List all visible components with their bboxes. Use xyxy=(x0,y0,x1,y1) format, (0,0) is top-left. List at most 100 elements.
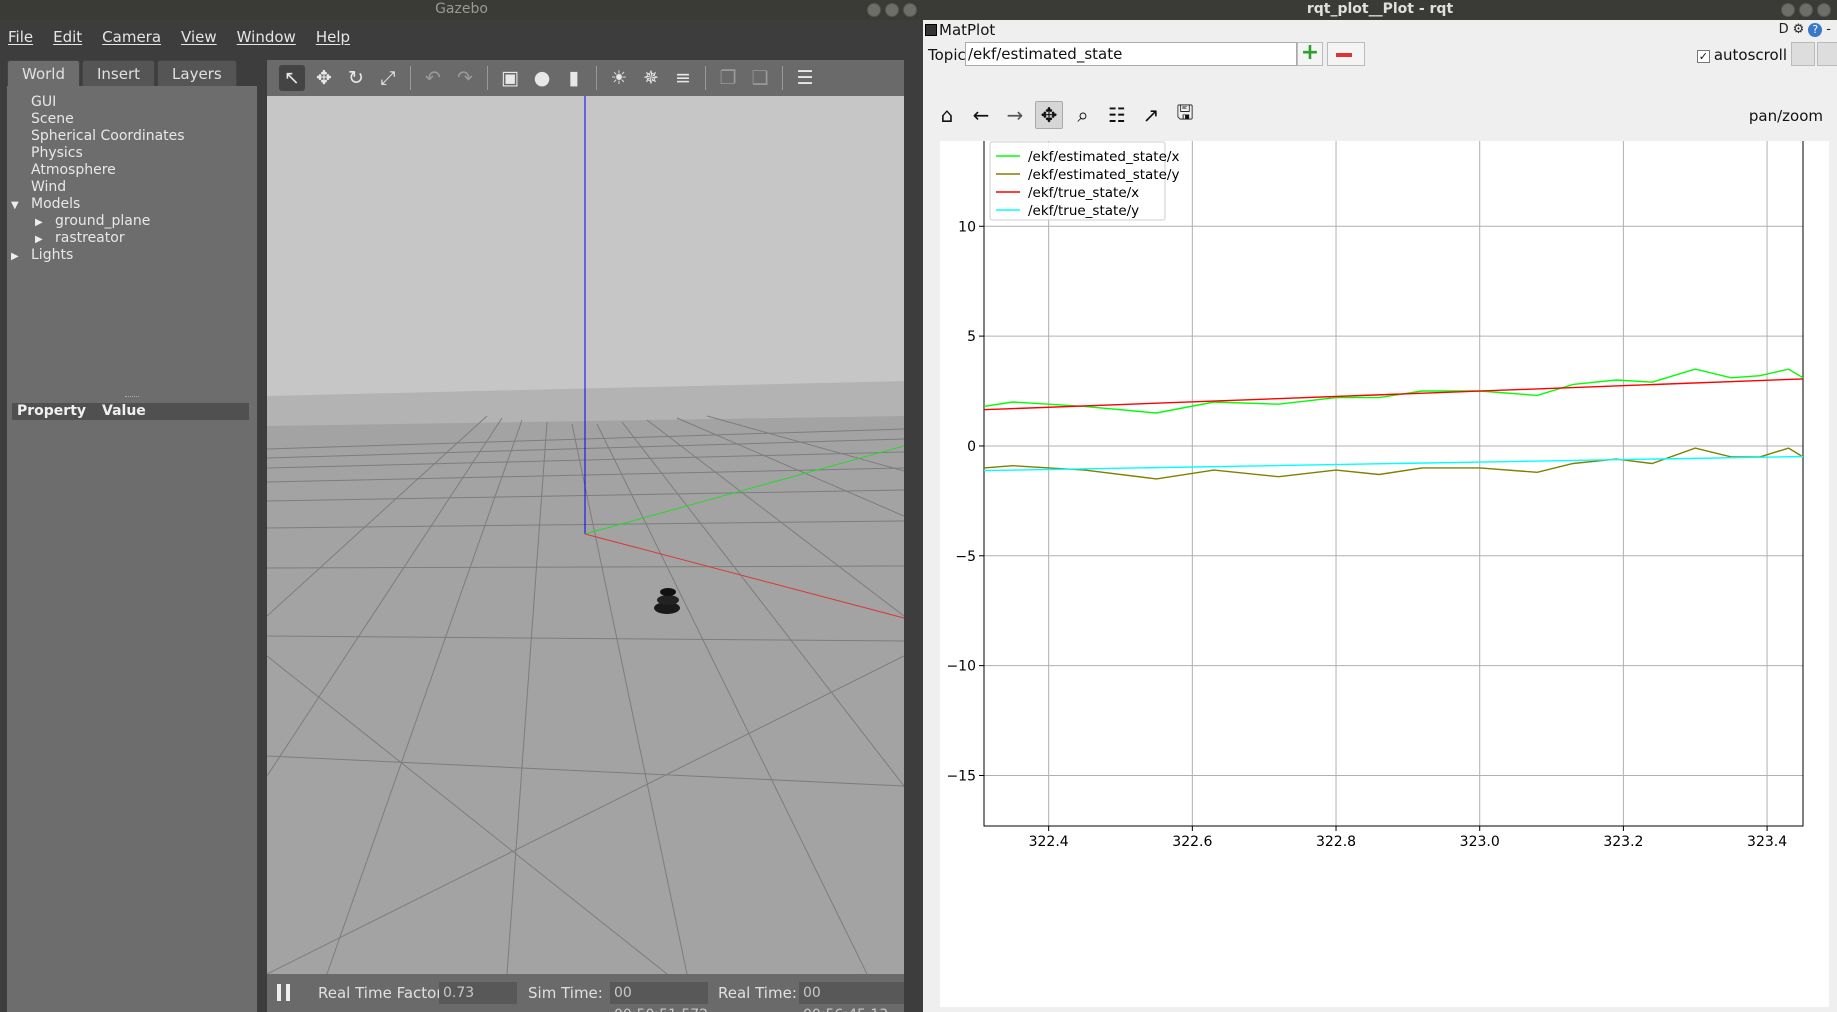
back-arrow-icon[interactable]: ← xyxy=(967,101,995,129)
paste-icon[interactable]: ❑ xyxy=(747,65,773,91)
spot-light-icon[interactable]: ✵ xyxy=(638,65,664,91)
subplots-config-icon[interactable]: ☷ xyxy=(1103,101,1131,129)
topic-label: Topic xyxy=(928,46,966,64)
value-column-header: Value xyxy=(102,403,146,419)
dock-minimize-icon[interactable]: - xyxy=(1826,20,1831,40)
tree-item[interactable]: Spherical Coordinates xyxy=(7,128,257,145)
pause-icon[interactable] xyxy=(277,984,290,1001)
gazebo-menubar: File Edit Camera View Window Help xyxy=(0,20,923,54)
cylinder-shape-icon[interactable]: ▮ xyxy=(561,65,587,91)
autoscroll-checkbox[interactable]: ✓ autoscroll xyxy=(1696,46,1787,64)
tree-item-label: rastreator xyxy=(55,230,125,246)
expand-right-icon[interactable]: ▶ xyxy=(11,248,23,265)
toolbar-separator xyxy=(487,66,488,90)
directional-light-icon[interactable]: ≡ xyxy=(670,65,696,91)
tree-item[interactable]: GUI xyxy=(7,94,257,111)
add-topic-button[interactable]: + xyxy=(1297,42,1323,66)
home-icon[interactable]: ⌂ xyxy=(933,101,961,129)
expand-down-icon[interactable]: ▼ xyxy=(11,197,23,214)
series-line-0 xyxy=(983,368,1804,414)
check-icon: ✓ xyxy=(1696,50,1710,63)
toolbar-separator xyxy=(782,66,783,90)
box-shape-icon[interactable]: ▣ xyxy=(497,65,523,91)
undo-icon[interactable]: ↶ xyxy=(420,65,446,91)
minimize-button[interactable] xyxy=(867,3,881,17)
tree-item[interactable]: Scene xyxy=(7,111,257,128)
scale-icon[interactable]: ⤢ xyxy=(375,65,401,91)
gazebo-tabbar: World Insert Layers xyxy=(7,60,257,86)
minimize-button[interactable] xyxy=(1781,3,1795,17)
rtf-label: Real Time Factor: xyxy=(318,984,448,1002)
zoom-icon[interactable]: ⌕ xyxy=(1069,101,1097,129)
copy-icon[interactable]: ❐ xyxy=(715,65,741,91)
gazebo-left-panel: World Insert Layers GUI Scene Spherical Co… xyxy=(7,60,257,1012)
y-tick-label: 0 xyxy=(967,439,976,455)
minus-icon xyxy=(1336,53,1352,57)
tree-item[interactable]: ▶ ground_plane xyxy=(7,213,257,230)
series-line-2 xyxy=(983,378,1804,411)
tree-item-label: Models xyxy=(31,196,81,212)
tree-item-label: Spherical Coordinates xyxy=(31,128,185,144)
edit-axes-icon[interactable]: ↗ xyxy=(1137,101,1165,129)
tree-item[interactable]: Wind xyxy=(7,179,257,196)
topic-input[interactable]: /ekf/estimated_state xyxy=(965,42,1297,66)
align-icon[interactable]: ☰ xyxy=(792,65,818,91)
redo-icon[interactable]: ↷ xyxy=(452,65,478,91)
help-icon[interactable]: ? xyxy=(1808,23,1823,37)
gazebo-3d-viewport[interactable] xyxy=(267,96,904,974)
topic-bar: Topic /ekf/estimated_state + ✓ autoscroll xyxy=(923,40,1837,68)
maximize-button[interactable] xyxy=(1799,3,1813,17)
y-tick-label: −15 xyxy=(946,768,976,784)
maximize-button[interactable] xyxy=(885,3,899,17)
menu-help[interactable]: Help xyxy=(316,28,350,46)
menu-view[interactable]: View xyxy=(181,28,217,46)
tree-item[interactable]: ▼ Models xyxy=(7,196,257,213)
toolbar-separator xyxy=(410,66,411,90)
x-tick-label: 322.6 xyxy=(1172,834,1212,850)
splitter-handle[interactable] xyxy=(125,396,139,399)
plot-canvas[interactable]: 322.4 322.6 322.8 323.0 323.2 323.4 10 5 0 −5 −10 −… xyxy=(940,133,1829,1007)
tree-item[interactable]: ▶ rastreator xyxy=(7,230,257,247)
close-button[interactable] xyxy=(903,3,917,17)
sim-time-value: 00 00:50:51.572 xyxy=(610,982,708,1012)
translate-icon[interactable]: ✥ xyxy=(311,65,337,91)
legend-label: /ekf/estimated_state/y xyxy=(1028,167,1179,183)
x-tick-label: 322.4 xyxy=(1029,834,1069,850)
tree-item[interactable]: Physics xyxy=(7,145,257,162)
rotate-icon[interactable]: ↻ xyxy=(343,65,369,91)
rqt-titlebar: rqt_plot__Plot - rqt xyxy=(923,0,1837,20)
forward-arrow-icon[interactable]: → xyxy=(1001,101,1029,129)
menu-edit[interactable]: Edit xyxy=(53,28,82,46)
tab-insert[interactable]: Insert xyxy=(82,60,156,86)
y-tick-label: 10 xyxy=(958,219,976,235)
expand-right-icon[interactable]: ▶ xyxy=(35,231,47,248)
property-table-header: Property Value xyxy=(12,403,249,420)
property-column-header: Property xyxy=(17,403,87,419)
gear-icon[interactable]: ⚙ xyxy=(1793,20,1805,40)
close-button[interactable] xyxy=(1817,3,1831,17)
select-arrow-icon[interactable]: ↖ xyxy=(279,65,305,91)
expand-right-icon[interactable]: ▶ xyxy=(35,214,47,231)
matplot-dock-title: MatPlot D ⚙ ? - xyxy=(923,20,1837,40)
tree-item[interactable]: Atmosphere xyxy=(7,162,257,179)
save-icon[interactable]: 🖫 xyxy=(1171,100,1199,129)
tab-layers[interactable]: Layers xyxy=(157,60,237,86)
legend-label: /ekf/true_state/y xyxy=(1028,203,1139,219)
remove-topic-button[interactable] xyxy=(1327,42,1365,66)
sim-time-label: Sim Time: xyxy=(528,984,603,1002)
pause-plot-button[interactable] xyxy=(1791,42,1815,66)
menu-camera[interactable]: Camera xyxy=(102,28,161,46)
pan-icon[interactable]: ✥ xyxy=(1035,101,1063,129)
toolbar-separator xyxy=(596,66,597,90)
y-tick-label: 5 xyxy=(967,329,976,345)
tab-world[interactable]: World xyxy=(7,60,80,86)
gazebo-title: Gazebo xyxy=(435,1,488,17)
menu-window[interactable]: Window xyxy=(237,28,296,46)
x-tick-label: 323.4 xyxy=(1747,834,1787,850)
dock-d-button[interactable]: D xyxy=(1779,20,1789,40)
tree-item[interactable]: ▶ Lights xyxy=(7,247,257,264)
point-light-icon[interactable]: ☀ xyxy=(606,65,632,91)
menu-file[interactable]: File xyxy=(8,28,33,46)
sphere-shape-icon[interactable]: ● xyxy=(529,65,555,91)
clear-plot-button[interactable] xyxy=(1817,42,1837,66)
